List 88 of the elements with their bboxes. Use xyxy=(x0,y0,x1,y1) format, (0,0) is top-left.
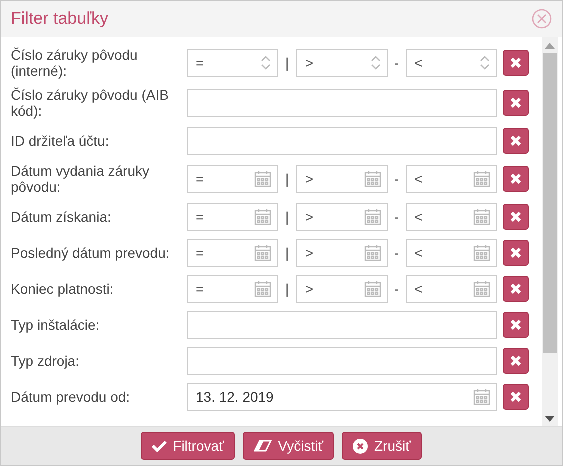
calendar-icon[interactable] xyxy=(472,170,491,188)
date-field[interactable]: = xyxy=(187,275,278,303)
calendar-icon[interactable] xyxy=(364,244,382,262)
close-icon xyxy=(510,211,522,223)
cancel-icon xyxy=(353,438,368,454)
filter-button[interactable]: Filtrovať xyxy=(141,432,236,460)
number-field[interactable]: = xyxy=(187,49,278,77)
spinner-icon[interactable] xyxy=(370,54,382,72)
close-icon xyxy=(510,355,522,367)
separator: - xyxy=(393,245,400,261)
clear-button[interactable] xyxy=(503,240,529,266)
cancel-button[interactable]: Zrušiť xyxy=(342,432,422,460)
date-field[interactable]: > xyxy=(296,275,388,303)
calendar-icon[interactable] xyxy=(473,388,491,406)
close-icon xyxy=(510,391,522,403)
field-label: Posledný dátum prevodu: xyxy=(11,245,171,261)
calendar-icon[interactable] xyxy=(364,170,382,188)
text-field[interactable] xyxy=(187,127,497,155)
close-icon xyxy=(510,57,522,69)
spinner-icon[interactable] xyxy=(260,54,272,72)
close-icon xyxy=(510,97,522,109)
field-label: Číslo záruky pôvodu (AIB kód): xyxy=(11,87,170,119)
scroll-down-icon[interactable] xyxy=(545,416,555,422)
date-field[interactable]: < xyxy=(406,203,497,231)
calendar-icon[interactable] xyxy=(472,208,491,226)
date-field[interactable]: 13. 12. 2019 xyxy=(187,383,497,411)
text-field[interactable] xyxy=(187,89,497,117)
clear-button[interactable] xyxy=(503,348,529,374)
calendar-icon[interactable] xyxy=(364,208,382,226)
date-field[interactable]: > xyxy=(296,203,388,231)
clear-button[interactable] xyxy=(503,384,529,410)
calendar-icon[interactable] xyxy=(364,280,382,298)
close-icon xyxy=(510,319,522,331)
separator: | xyxy=(284,245,290,261)
close-icon[interactable] xyxy=(532,9,552,29)
spinner-icon[interactable] xyxy=(478,54,491,72)
clear-button[interactable] xyxy=(503,204,529,230)
date-field[interactable]: < xyxy=(406,275,497,303)
dialog-title: Filter tabuľky xyxy=(11,9,109,29)
separator: - xyxy=(393,171,400,187)
date-field[interactable]: < xyxy=(406,165,497,193)
date-field[interactable]: > xyxy=(296,165,388,193)
field-label: Dátum vydania záruky pôvodu: xyxy=(11,163,151,195)
clear-button[interactable]: Vyčistiť xyxy=(243,432,334,460)
separator: | xyxy=(284,171,290,187)
close-icon xyxy=(510,173,522,185)
calendar-icon[interactable] xyxy=(254,280,272,298)
clear-button[interactable] xyxy=(503,312,529,338)
field-label: Dátum získania: xyxy=(11,209,112,225)
calendar-icon[interactable] xyxy=(254,208,272,226)
date-field[interactable]: > xyxy=(296,239,388,267)
date-field[interactable]: = xyxy=(187,165,278,193)
number-field[interactable]: > xyxy=(296,49,388,77)
calendar-icon[interactable] xyxy=(472,244,491,262)
clear-button[interactable] xyxy=(503,50,529,76)
separator: | xyxy=(284,55,290,71)
number-field[interactable]: < xyxy=(406,49,497,77)
date-field[interactable]: = xyxy=(187,239,278,267)
field-label: Číslo záruky pôvodu (interné): xyxy=(11,47,139,79)
separator: - xyxy=(393,281,400,297)
separator: - xyxy=(393,55,400,71)
calendar-icon[interactable] xyxy=(472,280,491,298)
separator: | xyxy=(284,209,290,225)
text-field[interactable] xyxy=(187,311,497,339)
field-label: Koniec platnosti: xyxy=(11,281,115,297)
field-label: Typ inštalácie: xyxy=(11,317,101,333)
scroll-up-icon[interactable] xyxy=(545,43,555,49)
field-label: ID držiteľa účtu: xyxy=(11,133,110,149)
close-icon xyxy=(510,247,522,259)
date-field[interactable]: = xyxy=(187,203,278,231)
separator: | xyxy=(284,281,290,297)
clear-button[interactable] xyxy=(503,128,529,154)
clear-button[interactable] xyxy=(503,166,529,192)
calendar-icon[interactable] xyxy=(254,244,272,262)
date-field[interactable]: < xyxy=(406,239,497,267)
text-field[interactable] xyxy=(187,347,497,375)
clear-button[interactable] xyxy=(503,276,529,302)
close-icon xyxy=(510,135,522,147)
eraser-icon xyxy=(254,440,272,452)
field-label: Dátum prevodu od: xyxy=(11,389,132,405)
scrollbar[interactable] xyxy=(542,37,558,426)
separator: - xyxy=(393,209,400,225)
close-icon xyxy=(510,283,522,295)
check-icon xyxy=(152,440,168,452)
field-label: Typ zdroja: xyxy=(11,353,80,369)
calendar-icon[interactable] xyxy=(254,170,272,188)
clear-button[interactable] xyxy=(503,90,529,116)
scrollbar-thumb[interactable] xyxy=(543,53,557,353)
